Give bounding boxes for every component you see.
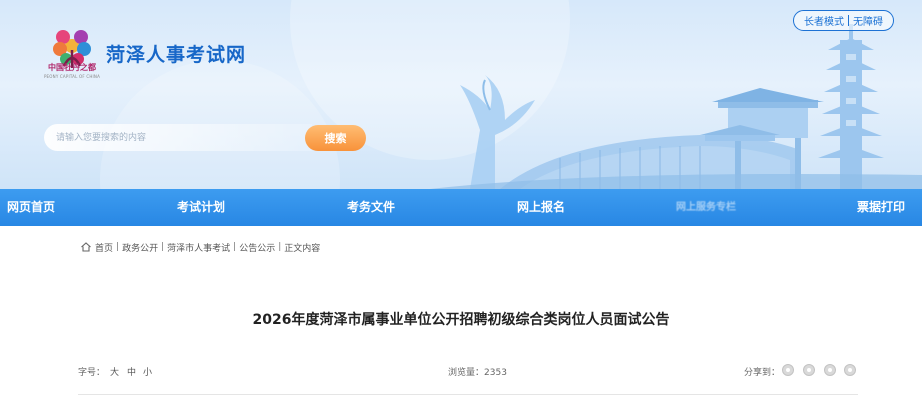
site-title[interactable]: 菏泽人事考试网 bbox=[106, 40, 246, 67]
breadcrumb: 首页 | 政务公开 | 菏泽市人事考试 | 公告公示 | 正文内容 bbox=[80, 240, 320, 254]
view-count-label: 浏览量： bbox=[448, 368, 485, 378]
breadcrumb-separator: | bbox=[161, 242, 165, 252]
nav-item-online-services[interactable]: 网上服务专栏 bbox=[676, 189, 736, 226]
nav-item-home[interactable]: 网页首页 bbox=[7, 189, 55, 226]
font-size-large[interactable]: 大 bbox=[110, 365, 119, 378]
breadcrumb-separator: | bbox=[233, 242, 237, 252]
divider bbox=[78, 394, 858, 395]
elder-mode-button[interactable]: 长者模式 bbox=[800, 13, 848, 28]
share-weibo-icon[interactable] bbox=[803, 364, 815, 376]
article-title: 2026年度菏泽市属事业单位公开招聘初级综合类岗位人员面试公告 bbox=[252, 312, 670, 328]
breadcrumb-announcements[interactable]: 公告公示 bbox=[239, 241, 275, 254]
breadcrumb-separator: | bbox=[116, 242, 120, 252]
share-qq-icon[interactable] bbox=[824, 364, 836, 376]
nav-item-ticket-print[interactable]: 票据打印 bbox=[857, 189, 905, 226]
nav-item-exam-documents[interactable]: 考务文件 bbox=[347, 189, 395, 226]
nav-item-exam-plan[interactable]: 考试计划 bbox=[177, 189, 225, 226]
share-wechat-icon[interactable] bbox=[782, 364, 794, 376]
logo-subtitle: PEONY CAPITAL OF CHINA bbox=[43, 74, 101, 79]
share-qzone-icon[interactable] bbox=[844, 364, 856, 376]
search-box bbox=[44, 124, 312, 151]
nav-item-online-registration[interactable]: 网上报名 bbox=[517, 189, 565, 226]
search-button[interactable]: 搜索 bbox=[305, 125, 366, 151]
font-size-small[interactable]: 小 bbox=[143, 365, 152, 378]
font-size-medium[interactable]: 中 bbox=[127, 365, 136, 378]
barrier-free-button[interactable]: 无障碍 bbox=[849, 13, 887, 28]
home-icon bbox=[81, 242, 91, 252]
view-count-value: 2353 bbox=[484, 368, 507, 378]
breadcrumb-government-affairs[interactable]: 政务公开 bbox=[122, 241, 158, 254]
logo-caption: 中国牡丹之都 bbox=[48, 62, 96, 72]
view-count: 浏览量：2353 bbox=[448, 365, 507, 378]
peony-capital-logo bbox=[53, 30, 91, 68]
breadcrumb-home[interactable]: 首页 bbox=[95, 241, 113, 254]
banner-landmark-illustration bbox=[100, 0, 922, 189]
breadcrumb-separator: | bbox=[278, 242, 282, 252]
share-label: 分享到： bbox=[744, 368, 781, 378]
header-banner: 中国牡丹之都 PEONY CAPITAL OF CHINA 菏泽人事考试网 长者… bbox=[0, 0, 922, 189]
search-input[interactable] bbox=[44, 124, 312, 151]
font-size-label: 字号： bbox=[78, 368, 106, 378]
main-nav: 网页首页 考试计划 考务文件 网上报名 网上服务专栏 票据打印 bbox=[0, 189, 922, 226]
accessibility-toggle-group: 长者模式 无障碍 bbox=[793, 10, 894, 31]
article-meta-row: 字号： 大 中 小 浏览量：2353 分享到： bbox=[78, 362, 858, 380]
breadcrumb-current-page: 正文内容 bbox=[284, 243, 321, 254]
breadcrumb-personnel-exam[interactable]: 菏泽市人事考试 bbox=[167, 241, 230, 254]
